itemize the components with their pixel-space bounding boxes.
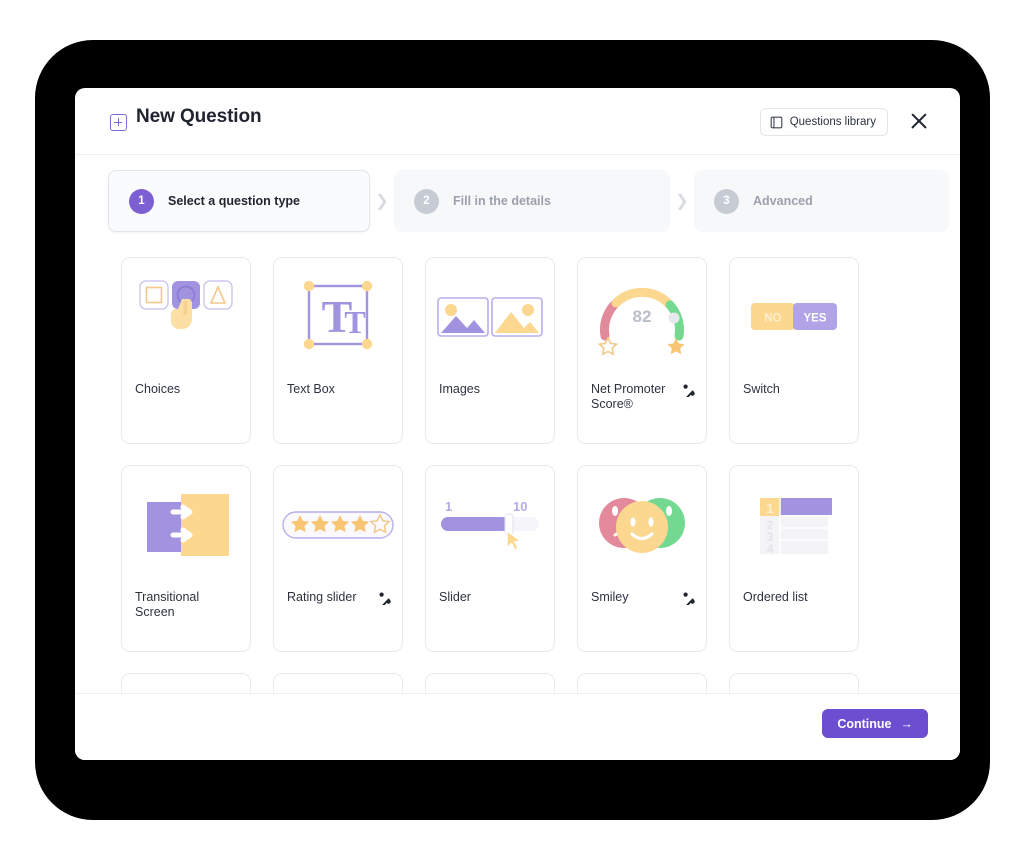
question-type-card-ordered-list[interactable]: 1 2 3 4 Ordered list	[729, 465, 859, 652]
book-icon	[770, 116, 783, 129]
question-type-card-switch[interactable]: NO YES Switch	[729, 257, 859, 444]
question-type-card-rating-slider[interactable]: Rating slider	[273, 465, 403, 652]
slider-max-label: 10	[513, 499, 527, 514]
questions-library-button[interactable]: Questions library	[759, 108, 888, 136]
card-footer: Choices	[135, 382, 240, 397]
step-number: 1	[129, 188, 154, 214]
card-footer: Switch	[743, 382, 848, 397]
step-advanced[interactable]: 3 Advanced	[694, 170, 949, 232]
card-footer: Transitional Screen	[135, 590, 240, 620]
calendar-icon: 23	[122, 674, 250, 693]
text-box-icon: T T	[274, 258, 402, 376]
rating-matrix-icon: 123 45 A B	[730, 674, 858, 693]
step-number: 3	[714, 188, 739, 214]
card-footer: Smiley	[591, 590, 696, 608]
step-label: Fill in the details	[453, 194, 551, 208]
question-type-card-choices[interactable]: Choices	[121, 257, 251, 444]
chevron-right-icon: ❯	[375, 193, 389, 210]
card-label: Slider	[439, 590, 471, 604]
ai-magic-icon	[378, 591, 392, 608]
question-type-card-slider[interactable]: 1 10 Slider	[425, 465, 555, 652]
ordered-list-icon: 1 2 3 4	[730, 466, 858, 584]
arrow-right-icon: →	[900, 716, 914, 731]
question-type-card-dropdown[interactable]	[577, 673, 707, 693]
step-label: Advanced	[753, 194, 813, 208]
nps-score-value: 82	[633, 307, 652, 326]
card-footer: Ordered list	[743, 590, 848, 605]
step-number: 2	[414, 188, 439, 214]
question-type-card-smiley[interactable]: Smiley	[577, 465, 707, 652]
question-type-card-images[interactable]: Images	[425, 257, 555, 444]
question-type-grid: Choices T T Text Box Images 82 Net Promo…	[121, 257, 911, 693]
question-type-card-net-promoter-score[interactable]: 82 Net Promoter Score®	[577, 257, 707, 444]
smiley-icon	[578, 466, 706, 584]
slider-icon: 1 10	[426, 466, 554, 584]
slider-min-label: 1	[445, 499, 452, 514]
ai-magic-icon	[682, 383, 696, 400]
card-footer: Net Promoter Score®	[591, 382, 696, 412]
card-footer: Rating slider	[287, 590, 392, 608]
step-select-question-type[interactable]: 1 Select a question type	[108, 170, 370, 232]
dialog-header: New Question Questions library	[75, 88, 960, 155]
questions-library-label: Questions library	[789, 116, 876, 128]
svg-text:1: 1	[766, 500, 774, 516]
choices-icon	[122, 258, 250, 376]
continue-button[interactable]: Continue →	[822, 709, 928, 738]
card-footer: Text Box	[287, 382, 392, 397]
step-fill-in-the-details[interactable]: 2 Fill in the details	[394, 170, 670, 232]
nps-gauge-icon: 82	[578, 258, 706, 376]
card-label: Transitional Screen	[135, 590, 200, 619]
card-label: Net Promoter Score®	[591, 382, 666, 411]
card-label: Text Box	[287, 382, 335, 396]
question-type-card-rating-matrix[interactable]: 123 45 A B	[729, 673, 859, 693]
question-type-grid-scroll[interactable]: Choices T T Text Box Images 82 Net Promo…	[75, 248, 960, 693]
card-footer: Images	[439, 382, 544, 397]
dialog-footer: Continue →	[75, 693, 960, 760]
switch-off-label: NO	[764, 313, 781, 325]
page-title: New Question	[136, 106, 262, 127]
step-label: Select a question type	[168, 194, 300, 208]
file-upload-icon	[274, 674, 402, 693]
card-label: Choices	[135, 382, 181, 396]
ai-magic-icon	[682, 591, 696, 608]
dropdown-icon	[578, 674, 706, 693]
close-icon[interactable]	[906, 108, 932, 134]
transitional-screen-icon	[122, 466, 250, 584]
card-label: Switch	[743, 382, 780, 396]
switch-icon: NO YES	[730, 258, 858, 376]
question-type-card-transitional-screen[interactable]: Transitional Screen	[121, 465, 251, 652]
question-type-card-file-upload[interactable]	[273, 673, 403, 693]
switch-on-label: YES	[803, 313, 826, 325]
question-type-card-contact-info[interactable]: Name	[425, 673, 555, 693]
question-type-card-text-box[interactable]: T T Text Box	[273, 257, 403, 444]
plus-square-icon	[110, 114, 127, 131]
name-tag-icon: Name	[426, 674, 554, 693]
rating-slider-icon	[274, 466, 402, 584]
card-label: Rating slider	[287, 590, 357, 604]
images-icon	[426, 258, 554, 376]
card-label: Ordered list	[743, 590, 808, 604]
question-type-card-date[interactable]: 23	[121, 673, 251, 693]
continue-label: Continue	[837, 716, 892, 731]
chevron-right-icon: ❯	[675, 193, 689, 210]
card-label: Images	[439, 382, 480, 396]
stepper: 1 Select a question type ❯ 2 Fill in the…	[108, 170, 949, 232]
svg-text:4: 4	[767, 542, 774, 556]
card-label: Smiley	[591, 590, 629, 604]
svg-text:T: T	[344, 304, 365, 340]
card-footer: Slider	[439, 590, 544, 605]
new-question-dialog: New Question Questions library 1 Select …	[75, 88, 960, 760]
